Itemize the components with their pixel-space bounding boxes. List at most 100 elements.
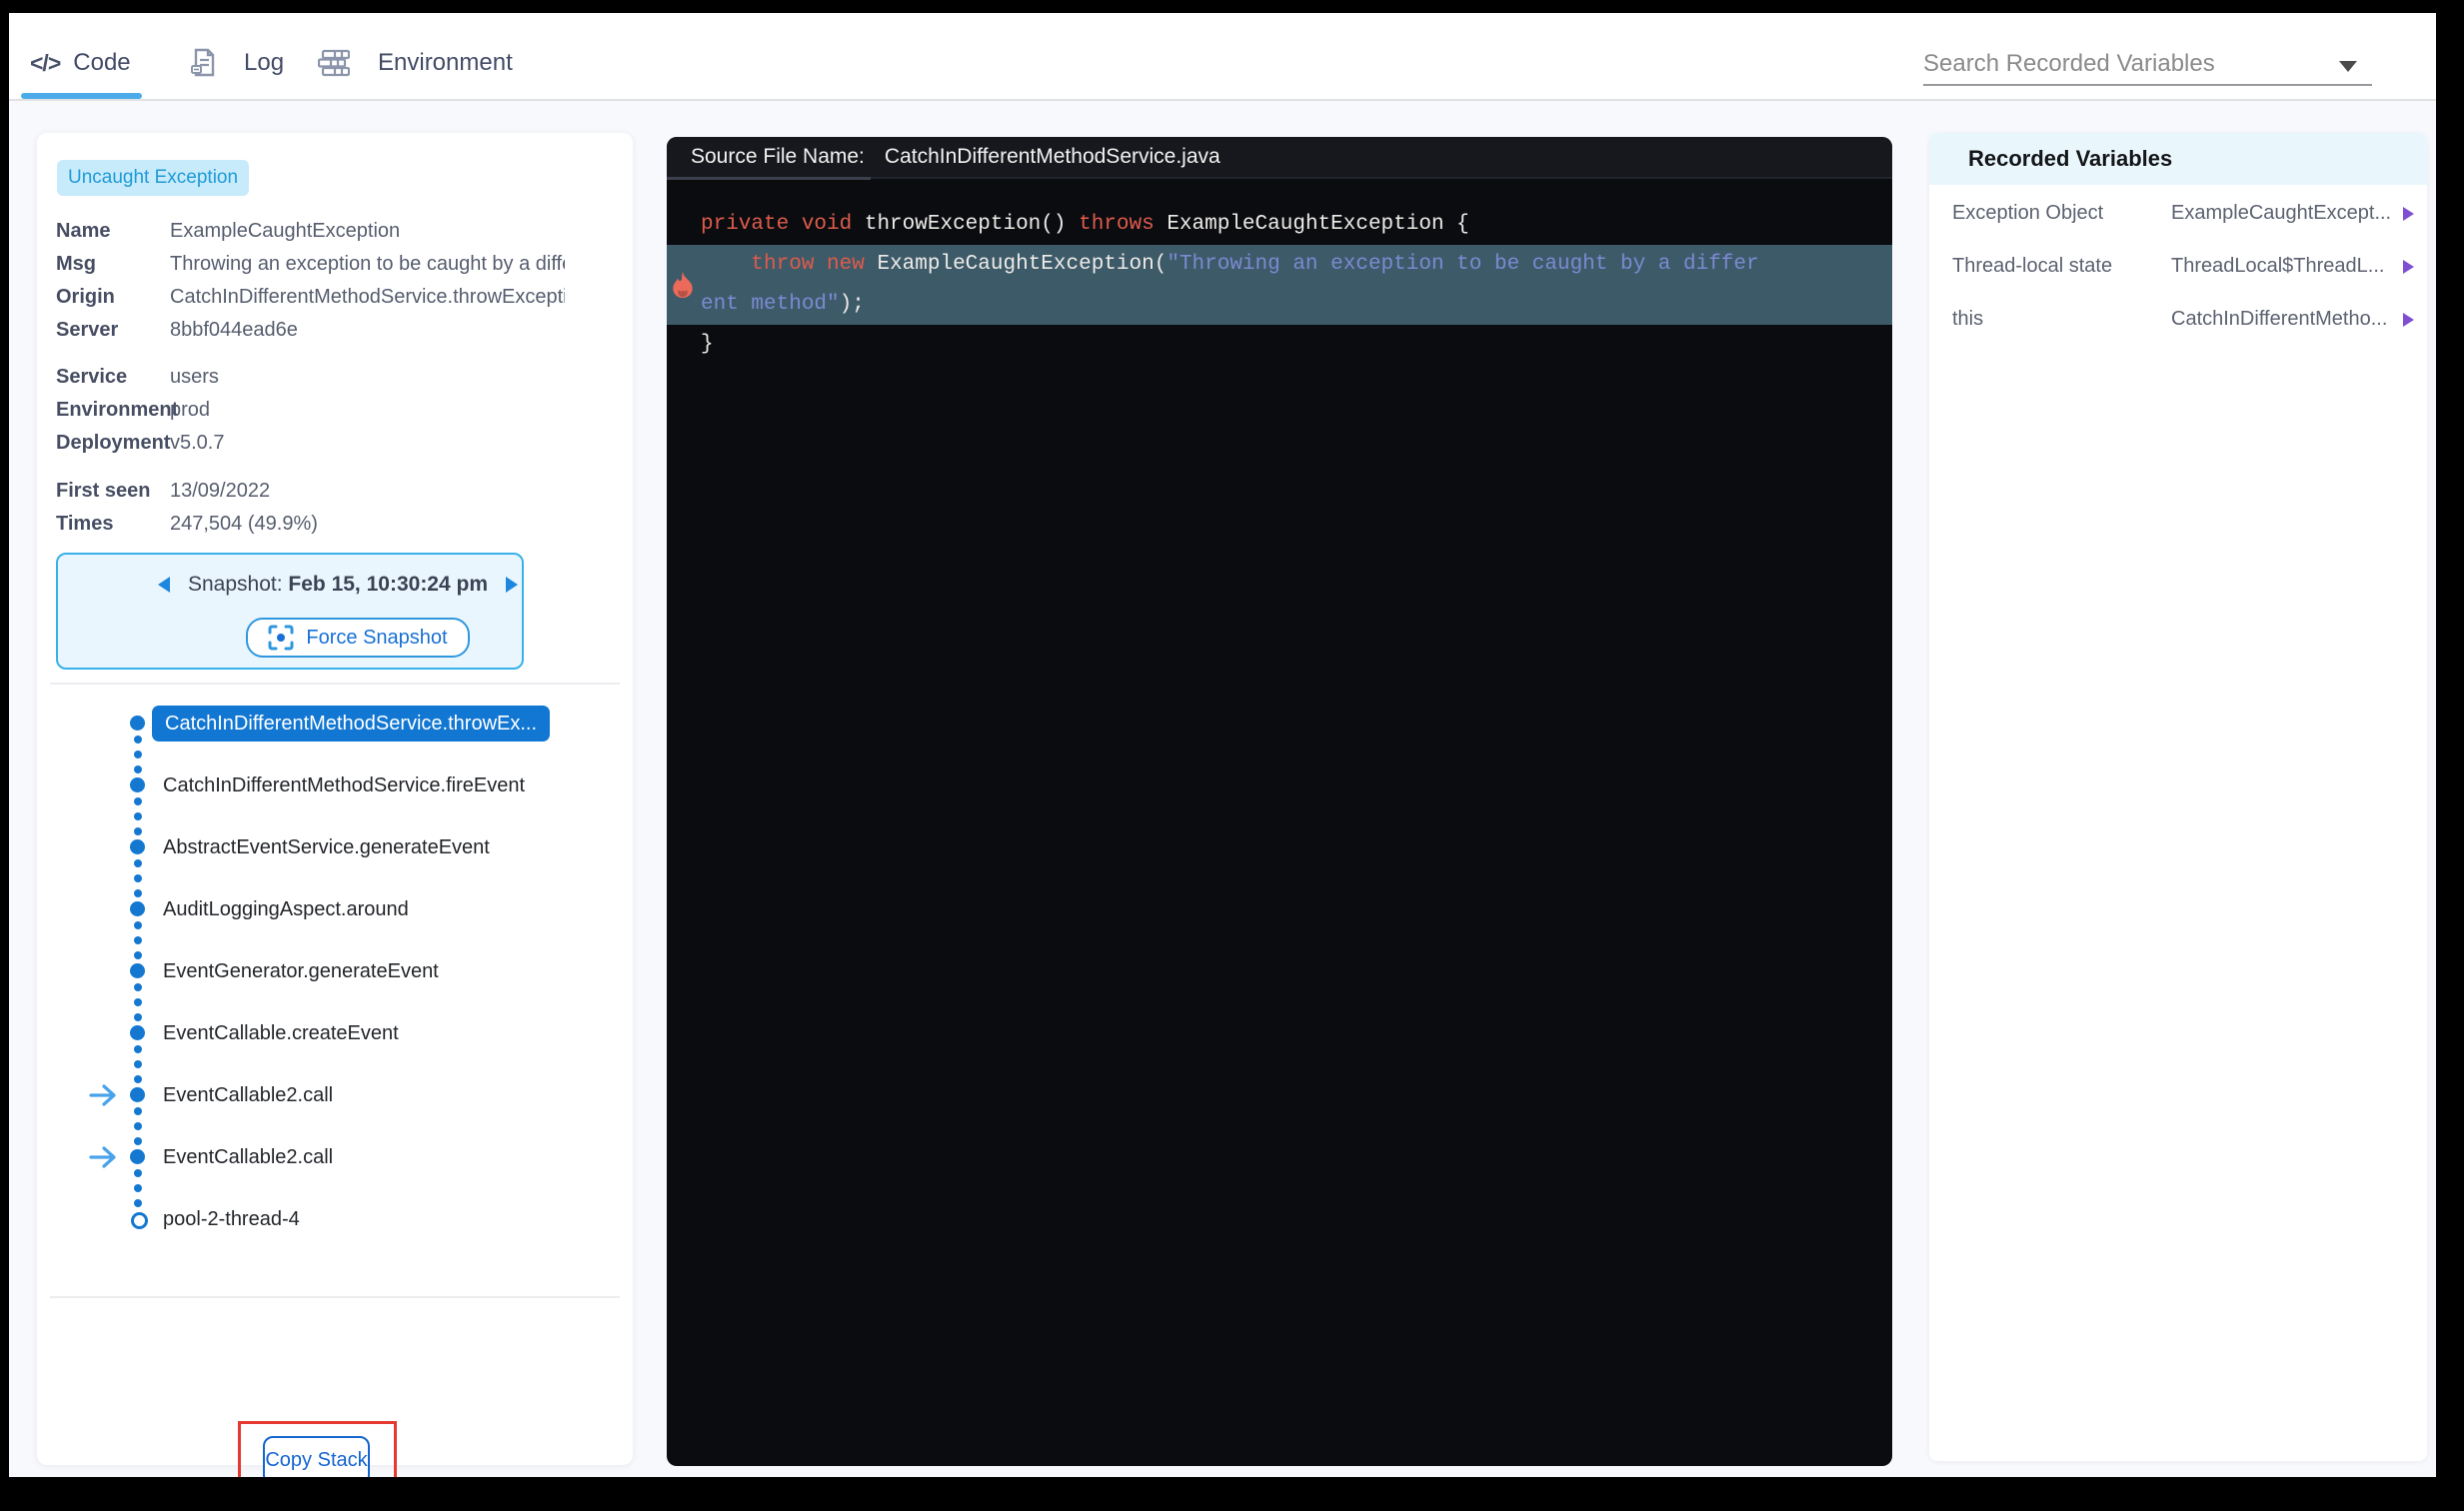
snapshot-navigator: Snapshot: Feb 15, 10:30:24 pm Force Snap… (56, 553, 524, 670)
stack-frame-item[interactable]: CatchInDifferentMethodService.throwEx... (77, 705, 637, 743)
connector-dot (134, 797, 142, 805)
editor-header: Source File Name: CatchInDifferentMethod… (667, 137, 1892, 179)
connector-dot (134, 1169, 142, 1177)
connector-dot (134, 998, 142, 1006)
code-token: ent method" (701, 293, 840, 316)
force-snapshot-icon (268, 625, 294, 651)
variable-row: Thread-local state ThreadLocal$ThreadL... (1929, 240, 2427, 293)
tab-code-label: Code (73, 49, 131, 76)
frame-dot-icon (130, 901, 145, 916)
connector-dot (134, 874, 142, 882)
stack-frame-label: EventCallable2.call (163, 1083, 334, 1106)
stack-frame-item[interactable]: EventGenerator.generateEvent (77, 952, 637, 990)
tab-environment[interactable]: Environment (318, 41, 513, 85)
stack-frame-item[interactable]: EventCallable.createEvent (77, 1014, 637, 1052)
stack-frame-item[interactable]: pool-2-thread-4 (77, 1200, 637, 1238)
field-value: users (170, 366, 219, 388)
code-editor-panel: Source File Name: CatchInDifferentMethod… (667, 137, 1892, 1466)
field-value: prod (170, 399, 211, 421)
top-tab-bar: </> Code Log Environment Search Recorded… (9, 13, 2436, 101)
field-row: First seen 13/09/2022 (56, 475, 616, 508)
frame-dot-icon (130, 1149, 145, 1164)
connector-dot (134, 983, 142, 991)
stack-frame-label: pool-2-thread-4 (163, 1207, 300, 1230)
tab-code[interactable]: </> Code (30, 41, 131, 85)
code-token: throwException() (852, 213, 1080, 236)
frame-dot-icon (130, 1087, 145, 1102)
tab-log[interactable]: Log (190, 41, 284, 85)
stack-frame-item[interactable]: CatchInDifferentMethodService.fireEvent (77, 766, 637, 804)
variable-name: this (1952, 308, 1984, 330)
search-placeholder: Search Recorded Variables (1923, 50, 2215, 77)
snapshot-label: Snapshot: Feb 15, 10:30:24 pm (187, 573, 488, 596)
field-label: Name (56, 220, 111, 242)
copy-stack-button[interactable]: Copy Stack (263, 1436, 370, 1477)
next-snapshot-button[interactable] (504, 576, 519, 594)
chevron-down-icon (2339, 61, 2357, 72)
field-value: 247,504 (49.9%) (170, 513, 318, 535)
stack-frame-label: CatchInDifferentMethodService.fireEvent (163, 773, 526, 796)
code-line: } (667, 325, 1892, 365)
field-row: Service users (56, 361, 616, 394)
snapshot-timestamp: Feb 15, 10:30:24 pm (288, 573, 488, 596)
code-token: "Throwing an exception to be caught by a… (1167, 253, 1759, 276)
expand-variable-arrow-icon[interactable] (2402, 206, 2415, 222)
stack-frame-item[interactable]: EventCallable2.call (77, 1138, 637, 1176)
code-token: throws (1079, 213, 1155, 236)
deployment-fields-group: Service users Environment prod Deployment v5.… (56, 361, 616, 460)
flame-icon (669, 271, 697, 305)
variable-row: Exception Object ExampleCaughtExcept... (1929, 187, 2427, 240)
previous-snapshot-button[interactable] (157, 576, 172, 594)
code-icon: </> (30, 49, 61, 76)
field-value: CatchInDifferentMethodService.throwExcep… (170, 286, 565, 308)
thread-dot-icon (131, 1212, 148, 1229)
field-value: ExampleCaughtException (170, 220, 401, 242)
code-token: ExampleCaughtException { (1154, 213, 1469, 236)
stack-frame-item[interactable]: AuditLoggingAspect.around (77, 890, 637, 928)
connector-dot (134, 1060, 142, 1068)
tab-log-label: Log (244, 49, 285, 76)
search-recorded-variables-select[interactable]: Search Recorded Variables (1923, 43, 2372, 87)
connector-dot (134, 1122, 142, 1130)
field-value: Throwing an exception to be caught by a … (170, 253, 565, 275)
field-row: Times 247,504 (49.9%) (56, 508, 616, 541)
code-token: ); (839, 293, 865, 316)
force-snapshot-label: Force Snapshot (306, 626, 448, 649)
current-frame-arrow-icon (89, 1083, 119, 1112)
expand-variable-arrow-icon[interactable] (2402, 312, 2415, 328)
variable-name: Exception Object (1952, 202, 2104, 224)
divider (50, 1296, 620, 1298)
field-row: Server 8bbf044ead6e (56, 314, 616, 347)
stack-frame-item[interactable]: EventCallable2.call (77, 1076, 637, 1114)
source-file-name-value: CatchInDifferentMethodService.java (884, 145, 1221, 168)
code-token: new (827, 253, 865, 276)
stack-frame-label: EventCallable.createEvent (163, 1021, 399, 1044)
variable-value: ExampleCaughtExcept... (2171, 202, 2392, 224)
expand-variable-arrow-icon[interactable] (2402, 259, 2415, 275)
stack-frame-item[interactable]: AbstractEventService.generateEvent (77, 828, 637, 866)
search-underline (1923, 84, 2372, 86)
stack-frame-label: AuditLoggingAspect.around (163, 897, 409, 920)
exception-details-panel: Uncaught Exception Name ExampleCaughtExce… (37, 133, 633, 1477)
variable-value: ThreadLocal$ThreadL... (2171, 255, 2385, 277)
frame-dot-icon (130, 777, 145, 792)
recorded-variables-panel: Recorded Variables Exception Object Examp… (1929, 133, 2427, 1461)
field-label: Times (56, 513, 114, 535)
field-value: 8bbf044ead6e (170, 319, 298, 341)
code-token: private (701, 213, 790, 236)
field-value: v5.0.7 (170, 432, 225, 454)
connector-dot (134, 751, 142, 758)
exception-fields-group: Name ExampleCaughtException Msg Throwing an… (56, 215, 616, 347)
stack-frame-label: EventGenerator.generateEvent (163, 959, 439, 982)
frame-dot-icon (130, 963, 145, 978)
variable-value: CatchInDifferentMetho... (2171, 308, 2388, 330)
connector-dot (134, 736, 142, 744)
field-label: Origin (56, 286, 115, 308)
stack-frame-label: AbstractEventService.generateEvent (163, 835, 490, 858)
force-snapshot-button[interactable]: Force Snapshot (246, 618, 470, 658)
active-tab-indicator (21, 93, 142, 99)
field-label: Msg (56, 253, 96, 275)
connector-dot (134, 936, 142, 944)
